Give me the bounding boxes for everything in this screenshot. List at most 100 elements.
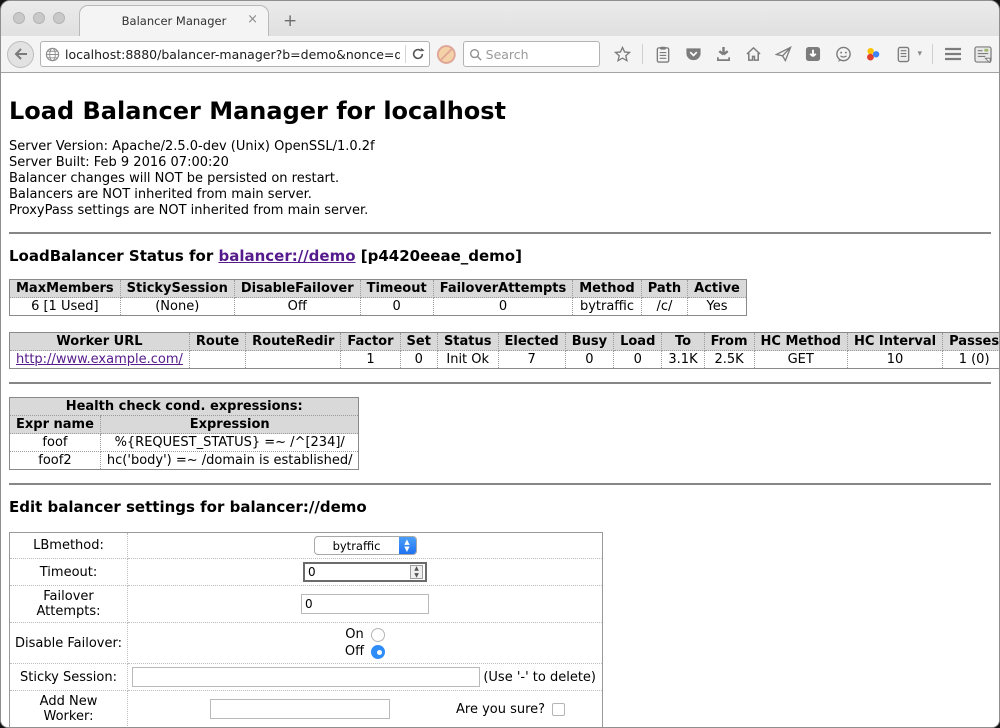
cell: hc('body') =~ /domain is established/ xyxy=(100,452,359,470)
column-header: Passes xyxy=(943,333,999,351)
column-header: Elected xyxy=(498,333,565,351)
search-icon xyxy=(469,48,482,61)
cell xyxy=(246,351,341,369)
disable-failover-on-radio[interactable] xyxy=(371,628,385,642)
cell: 2.5K xyxy=(704,351,754,369)
column-header: HC Method xyxy=(754,333,847,351)
back-button[interactable] xyxy=(7,41,34,68)
notes-icon[interactable] xyxy=(893,44,913,64)
worker-url-link[interactable]: http://www.example.com/ xyxy=(16,352,183,367)
cell: GET xyxy=(754,351,847,369)
table-row: foof2 hc('body') =~ /domain is establish… xyxy=(10,452,359,470)
globe-icon xyxy=(45,47,60,62)
balancer-status-table: MaxMembers StickySession DisableFailover… xyxy=(9,279,747,316)
search-input[interactable] xyxy=(486,47,586,62)
save-square-icon[interactable] xyxy=(803,44,823,64)
cell: bytraffic xyxy=(573,298,641,316)
back-icon xyxy=(14,48,28,60)
add-worker-input[interactable] xyxy=(210,699,390,719)
zoom-window-button[interactable] xyxy=(53,12,65,24)
reload-icon[interactable] xyxy=(411,47,425,61)
persist-note-line: Balancer changes will NOT be persisted o… xyxy=(9,171,991,187)
cell: http://www.example.com/ xyxy=(10,351,190,369)
status-heading-suffix: [p4420eeae_demo] xyxy=(356,247,522,265)
download-icon[interactable] xyxy=(713,44,733,64)
cell: 7 xyxy=(498,351,565,369)
divider xyxy=(405,45,406,63)
lbmethod-select[interactable]: bytraffic ▲▼ xyxy=(314,536,417,555)
column-header: Expression xyxy=(100,416,359,434)
cell xyxy=(189,351,245,369)
bookmark-star-icon[interactable] xyxy=(612,44,632,64)
pocket-icon[interactable] xyxy=(683,44,703,64)
timeout-label: Timeout: xyxy=(10,559,128,586)
column-header: Timeout xyxy=(360,280,433,298)
add-worker-label: Add New Worker: xyxy=(10,691,128,728)
cell: Off xyxy=(234,298,360,316)
cell: foof xyxy=(10,434,101,452)
are-you-sure-checkbox[interactable] xyxy=(552,703,565,716)
page-content: Load Balancer Manager for localhost Serv… xyxy=(1,73,999,727)
new-tab-button[interactable]: + xyxy=(283,11,297,31)
search-box[interactable] xyxy=(463,41,601,67)
select-stepper-icon: ▲▼ xyxy=(399,536,416,555)
chat-smiley-icon[interactable] xyxy=(833,44,853,64)
color-dots-icon[interactable] xyxy=(863,44,883,64)
column-header: FailoverAttempts xyxy=(433,280,573,298)
column-header: From xyxy=(704,333,754,351)
proxypass-note-line: ProxyPass settings are NOT inherited fro… xyxy=(9,203,991,219)
inherit-note-line: Balancers are NOT inherited from main se… xyxy=(9,187,991,203)
table-header-row: Worker URL Route RouteRedir Factor Set S… xyxy=(10,333,1000,351)
lbmethod-selected-value: bytraffic xyxy=(315,539,399,553)
disable-failover-off-radio[interactable] xyxy=(371,645,385,659)
tab-close-icon[interactable]: × xyxy=(247,13,258,27)
edit-settings-heading: Edit balancer settings for balancer://de… xyxy=(9,498,991,516)
column-header: Status xyxy=(437,333,498,351)
grid-icon[interactable] xyxy=(973,44,993,64)
divider xyxy=(9,483,991,485)
column-header: Factor xyxy=(341,333,400,351)
minimize-window-button[interactable] xyxy=(33,12,45,24)
form-row-disable-failover: Disable Failover: On Off xyxy=(10,623,603,664)
reading-list-icon[interactable] xyxy=(653,44,673,64)
table-row: foof %{REQUEST_STATUS} =~ /^[234]/ xyxy=(10,434,359,452)
column-header: Worker URL xyxy=(10,333,190,351)
home-icon[interactable] xyxy=(743,44,763,64)
column-header: Active xyxy=(688,280,747,298)
column-header: Set xyxy=(400,333,437,351)
cell: 0 xyxy=(360,298,433,316)
send-icon[interactable] xyxy=(773,44,793,64)
worker-row: http://www.example.com/ 1 0 Init Ok 7 0 … xyxy=(10,351,1000,369)
dropdown-caret-icon[interactable]: ▾ xyxy=(917,49,922,59)
url-text[interactable]: localhost:8880/balancer-manager?b=demo&n… xyxy=(65,47,400,62)
menu-icon[interactable] xyxy=(943,44,963,64)
close-window-button[interactable] xyxy=(13,12,25,24)
form-row-lbmethod: LBmethod: bytraffic ▲▼ xyxy=(10,533,603,559)
cell: Yes xyxy=(688,298,747,316)
divider xyxy=(9,382,991,384)
cell: 1 (0) xyxy=(943,351,999,369)
divider xyxy=(642,44,643,64)
address-bar[interactable]: localhost:8880/balancer-manager?b=demo&n… xyxy=(40,41,430,67)
navigation-toolbar: localhost:8880/balancer-manager?b=demo&n… xyxy=(1,36,999,73)
cell: %{REQUEST_STATUS} =~ /^[234]/ xyxy=(100,434,359,452)
cell: /c/ xyxy=(641,298,687,316)
column-header: Expr name xyxy=(10,416,101,434)
worker-table: Worker URL Route RouteRedir Factor Set S… xyxy=(9,332,999,369)
block-icon[interactable] xyxy=(436,44,457,65)
table-title-row: Health check cond. expressions: xyxy=(10,398,359,416)
divider xyxy=(932,44,933,64)
sticky-session-input[interactable] xyxy=(132,667,480,687)
balancer-settings-form: LBmethod: bytraffic ▲▼ Timeout: ▲▼ xyxy=(9,532,603,727)
health-check-table: Health check cond. expressions: Expr nam… xyxy=(9,397,359,470)
balancer-demo-link[interactable]: balancer://demo xyxy=(218,247,355,265)
failover-attempts-input[interactable] xyxy=(301,594,429,614)
number-stepper-icon[interactable]: ▲▼ xyxy=(410,565,423,579)
status-heading-prefix: LoadBalancer Status for xyxy=(9,247,218,265)
form-row-timeout: Timeout: ▲▼ xyxy=(10,559,603,586)
tab-balancer-manager[interactable]: Balancer Manager × xyxy=(79,5,269,36)
timeout-input[interactable] xyxy=(303,562,427,582)
server-built-line: Server Built: Feb 9 2016 07:00:20 xyxy=(9,155,991,171)
status-heading: LoadBalancer Status for balancer://demo … xyxy=(9,247,991,265)
column-header: To xyxy=(662,333,704,351)
